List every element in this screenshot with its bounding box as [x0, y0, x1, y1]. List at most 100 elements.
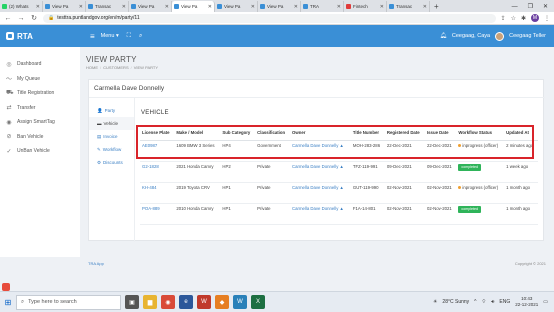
tab-label: Vehicle [103, 121, 119, 126]
windows-start-icon[interactable]: ⊞ [0, 298, 16, 307]
invoice-icon: ▤ [97, 133, 102, 139]
sidebar-item[interactable]: ⊘ Ban Vehicle [0, 130, 80, 145]
tab-close-icon[interactable]: ✕ [36, 4, 40, 10]
license-plate-link[interactable]: AE0987 [142, 143, 157, 148]
file-explorer-icon[interactable]: ▆ [143, 295, 157, 309]
table-row: G2-1828 2021 Honda Camry HP2 Private Carmell… [140, 161, 538, 183]
browser-tab[interactable]: Fintech ✕ [344, 1, 387, 12]
tab-vehicle[interactable]: ▬ Vehicle [89, 117, 134, 130]
browser-tab[interactable]: (2) Whats ✕ [0, 1, 43, 12]
search-icon[interactable]: ⌕ [139, 33, 142, 40]
taskbar-search[interactable]: ⌕ Type here to search [16, 294, 121, 310]
user-role[interactable]: Ceegaag Teller [509, 33, 546, 39]
sidebar-item[interactable]: ◉ Assign SmartTag [0, 115, 80, 130]
task-view-icon[interactable]: ▣ [125, 295, 139, 309]
star-icon[interactable]: ☆ [511, 15, 516, 22]
forward-icon[interactable]: → [17, 15, 25, 22]
tab-workflow[interactable]: ✎ Workflow [89, 143, 134, 156]
extensions-icon[interactable]: ✱ [521, 15, 526, 22]
word-icon[interactable]: W [233, 295, 247, 309]
reload-icon[interactable]: ↻ [30, 14, 38, 22]
bell-icon[interactable]: 🔔︎ [440, 33, 447, 39]
license-plate-link[interactable]: G2-1828 [142, 164, 159, 169]
tab-close-icon[interactable]: ✕ [337, 4, 341, 10]
tab-party[interactable]: 👤 Party [89, 104, 134, 117]
owner-link[interactable]: Carmella Dave Donnelly [292, 185, 338, 190]
sidebar-item[interactable]: 〜 My Queue [0, 72, 80, 87]
column-header: Registered Date [384, 126, 425, 141]
browser-tab[interactable]: TRA ✕ [301, 1, 344, 12]
browser-tab[interactable]: Transac ✕ [387, 1, 430, 12]
close-icon[interactable]: ✕ [543, 3, 548, 10]
back-icon[interactable]: ← [4, 15, 12, 22]
tray-arrow-icon[interactable]: ^ [474, 299, 476, 305]
owner-link[interactable]: Carmella Dave Donnelly [292, 164, 338, 169]
owner-link[interactable]: Carmella Dave Donnelly [292, 143, 338, 148]
new-tab-button[interactable]: + [430, 1, 443, 12]
url-input[interactable]: 🔒 testtra.puntlandgov.org/en/m/party/11 [43, 13, 496, 23]
menu-dropdown[interactable]: Menu ▾ [101, 33, 119, 39]
tab-close-icon[interactable]: ✕ [251, 4, 255, 10]
license-plate-link[interactable]: KH-484 [142, 185, 157, 190]
language[interactable]: ENG [499, 299, 510, 305]
table-cell-reg: 09-Dec-2021 [384, 161, 425, 183]
browser-tab[interactable]: View Pa ✕ [172, 1, 215, 12]
app-icon[interactable]: ◆ [215, 295, 229, 309]
clock[interactable]: 10:43 22-12-2021 [515, 296, 538, 308]
tab-close-icon[interactable]: ✕ [165, 4, 169, 10]
browser-tab[interactable]: View Pa ✕ [43, 1, 86, 12]
user-name[interactable]: Ceegaag, Caya [452, 33, 490, 39]
tab-close-icon[interactable]: ✕ [122, 4, 126, 10]
notification-badge[interactable] [2, 283, 10, 291]
breadcrumb-customers[interactable]: CUSTOMERS [103, 65, 128, 70]
sidebar-item[interactable]: ⇄ Transfer [0, 101, 80, 116]
fullscreen-icon[interactable]: ⛶ [127, 33, 131, 40]
sidebar-item[interactable]: ✓ UnBan Vehicle [0, 144, 80, 159]
volume-icon[interactable]: 🔊︎ [491, 299, 494, 305]
tab-discounts[interactable]: ⚙ Discounts [89, 156, 134, 169]
breadcrumb: HOME / CUSTOMERS / VIEW PARTY [86, 65, 158, 70]
sidebar-item[interactable]: ◎ Dashboard [0, 57, 80, 72]
brand[interactable]: RTA [0, 32, 80, 41]
browser-tab[interactable]: View Pa ✕ [258, 1, 301, 12]
browser-tab[interactable]: Transac ✕ [86, 1, 129, 12]
tab-close-icon[interactable]: ✕ [294, 4, 298, 10]
chrome-icon[interactable]: ◉ [161, 295, 175, 309]
hamburger-icon[interactable]: ≡ [90, 32, 95, 41]
tab-invoice[interactable]: ▤ Invoice [89, 130, 134, 143]
network-icon[interactable]: ⌔ [482, 299, 487, 305]
weather-icon[interactable]: ☀ [433, 299, 437, 305]
cell-text: 02-Nov-2021 [386, 205, 412, 211]
table-cell-status: completed [456, 161, 505, 183]
sidebar-item-label: Dashboard [17, 61, 42, 68]
table-cell-subcat: HP4 [220, 140, 256, 162]
maximize-icon[interactable]: ❐ [528, 3, 533, 10]
owner-link[interactable]: Carmella Dave Donnelly [292, 206, 338, 211]
table-cell-reg: 02-Nov-2021 [384, 182, 425, 204]
browser-tab[interactable]: View Pa ✕ [215, 1, 258, 12]
share-icon[interactable]: ⇪ [501, 15, 506, 22]
edge-icon[interactable]: e [179, 295, 193, 309]
table-cell-owner: Carmella Dave Donnelly ▲ [290, 161, 351, 183]
tab-close-icon[interactable]: ✕ [423, 4, 427, 10]
tab-close-icon[interactable]: ✕ [79, 4, 83, 10]
tab-close-icon[interactable]: ✕ [380, 4, 384, 10]
wps-icon[interactable]: W [197, 295, 211, 309]
table-cell-issue: 02-Nov-2021 [424, 203, 457, 225]
profile-avatar[interactable]: M [531, 14, 539, 22]
cell-text: 1 week ago [506, 163, 529, 169]
tab-close-icon[interactable]: ✕ [208, 4, 212, 10]
more-icon[interactable]: ⋮ [544, 15, 550, 22]
cell-text: Private [257, 163, 271, 169]
tab-favicon-icon [389, 4, 394, 9]
avatar[interactable] [495, 31, 505, 41]
browser-tab[interactable]: View Pa ✕ [129, 1, 172, 12]
sidebar-item[interactable]: ⛟ Title Registration [0, 86, 80, 101]
footer-app-link[interactable]: TRA App [88, 261, 104, 266]
minimize-icon[interactable]: — [512, 4, 518, 10]
breadcrumb-home[interactable]: HOME [86, 65, 98, 70]
weather-text[interactable]: 28°C Sunny [442, 299, 469, 305]
notifications-icon[interactable]: ▭ [543, 299, 548, 305]
license-plate-link[interactable]: POA-889 [142, 206, 160, 211]
excel-icon[interactable]: X [251, 295, 265, 309]
